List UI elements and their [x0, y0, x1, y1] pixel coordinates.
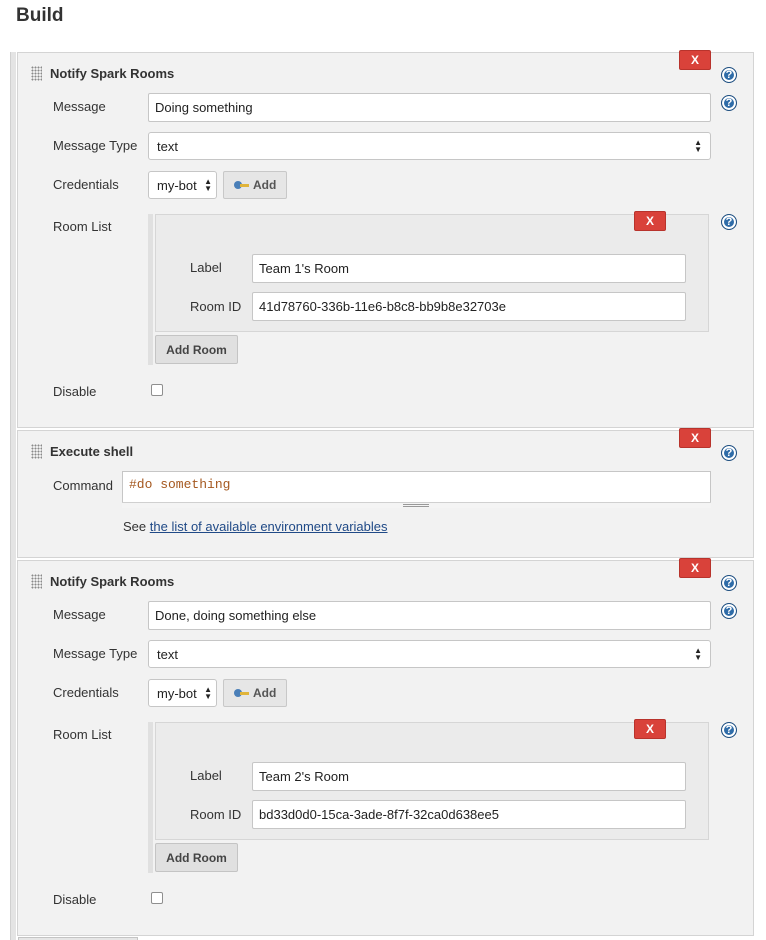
drag-handle-icon[interactable]: [31, 574, 42, 589]
room-label-input[interactable]: Team 2's Room: [252, 762, 686, 791]
add-credentials-button[interactable]: Add: [223, 679, 287, 707]
credentials-label: Credentials: [53, 685, 119, 700]
step-title: Notify Spark Rooms: [50, 574, 175, 589]
env-vars-link[interactable]: the list of available environment variab…: [150, 519, 388, 534]
drag-handle-icon[interactable]: [31, 444, 42, 459]
credentials-select[interactable]: my-bot ▲ ▼: [148, 171, 217, 199]
add-credentials-label: Add: [253, 686, 277, 700]
message-type-select[interactable]: text ▲ ▼: [148, 132, 711, 160]
add-credentials-button[interactable]: Add: [223, 171, 287, 199]
command-label: Command: [53, 478, 113, 493]
delete-step-button[interactable]: X: [679, 428, 711, 448]
room-id-label: Room ID: [190, 299, 242, 314]
delete-step-button[interactable]: X: [679, 50, 711, 70]
disable-checkbox[interactable]: [151, 384, 163, 396]
room-id-input[interactable]: 41d78760-336b-11e6-b8c8-bb9b8e32703e: [252, 292, 686, 321]
message-type-label: Message Type: [53, 138, 138, 153]
message-label: Message: [53, 607, 106, 622]
room-id-input[interactable]: bd33d0d0-15ca-3ade-8f7f-32ca0d638ee5: [252, 800, 686, 829]
key-icon: [234, 688, 250, 698]
key-icon: [234, 180, 250, 190]
credentials-select[interactable]: my-bot ▲ ▼: [148, 679, 217, 707]
room-label-input[interactable]: Team 1's Room: [252, 254, 686, 283]
disable-label: Disable: [53, 892, 97, 907]
room-list-label: Room List: [53, 219, 112, 234]
page-title: Build: [16, 5, 64, 26]
room-list-label: Room List: [53, 727, 112, 742]
add-room-button[interactable]: Add Room: [155, 335, 238, 364]
message-type-value: text: [157, 646, 178, 662]
see-prefix: See: [123, 519, 147, 534]
room-id-label: Room ID: [190, 807, 242, 822]
credentials-value: my-bot: [157, 685, 197, 701]
delete-step-button[interactable]: X: [679, 558, 711, 578]
message-label: Message: [53, 99, 106, 114]
message-type-select[interactable]: text ▲ ▼: [148, 640, 711, 668]
step-title: Notify Spark Rooms: [50, 66, 175, 81]
step-title: Execute shell: [50, 444, 134, 459]
help-icon[interactable]: ?: [721, 603, 737, 619]
updown-arrows-icon: ▲ ▼: [204, 685, 212, 701]
credentials-label: Credentials: [53, 177, 119, 192]
help-icon[interactable]: ?: [721, 445, 737, 461]
disable-label: Disable: [53, 384, 97, 399]
updown-arrows-icon: ▲ ▼: [204, 177, 212, 193]
grip-icon: [403, 504, 429, 507]
drag-handle-icon[interactable]: [31, 66, 42, 81]
help-icon[interactable]: ?: [721, 67, 737, 83]
disable-checkbox[interactable]: [151, 892, 163, 904]
help-icon[interactable]: ?: [721, 95, 737, 111]
message-type-value: text: [157, 138, 178, 154]
build-steps-rail: [10, 52, 16, 940]
room-label-label: Label: [190, 260, 222, 275]
help-icon[interactable]: ?: [721, 575, 737, 591]
add-room-button[interactable]: Add Room: [155, 843, 238, 872]
room-label-label: Label: [190, 768, 222, 783]
help-icon[interactable]: ?: [721, 722, 737, 738]
help-icon[interactable]: ?: [721, 214, 737, 230]
delete-room-button[interactable]: X: [634, 211, 666, 231]
add-credentials-label: Add: [253, 178, 277, 192]
updown-arrows-icon: ▲ ▼: [694, 138, 702, 154]
message-input[interactable]: Done, doing something else: [148, 601, 711, 630]
textarea-resize-handle[interactable]: [122, 502, 711, 508]
message-input[interactable]: Doing something: [148, 93, 711, 122]
updown-arrows-icon: ▲ ▼: [694, 646, 702, 662]
env-vars-hint: See the list of available environment va…: [123, 519, 388, 534]
delete-room-button[interactable]: X: [634, 719, 666, 739]
credentials-value: my-bot: [157, 177, 197, 193]
message-type-label: Message Type: [53, 646, 138, 661]
